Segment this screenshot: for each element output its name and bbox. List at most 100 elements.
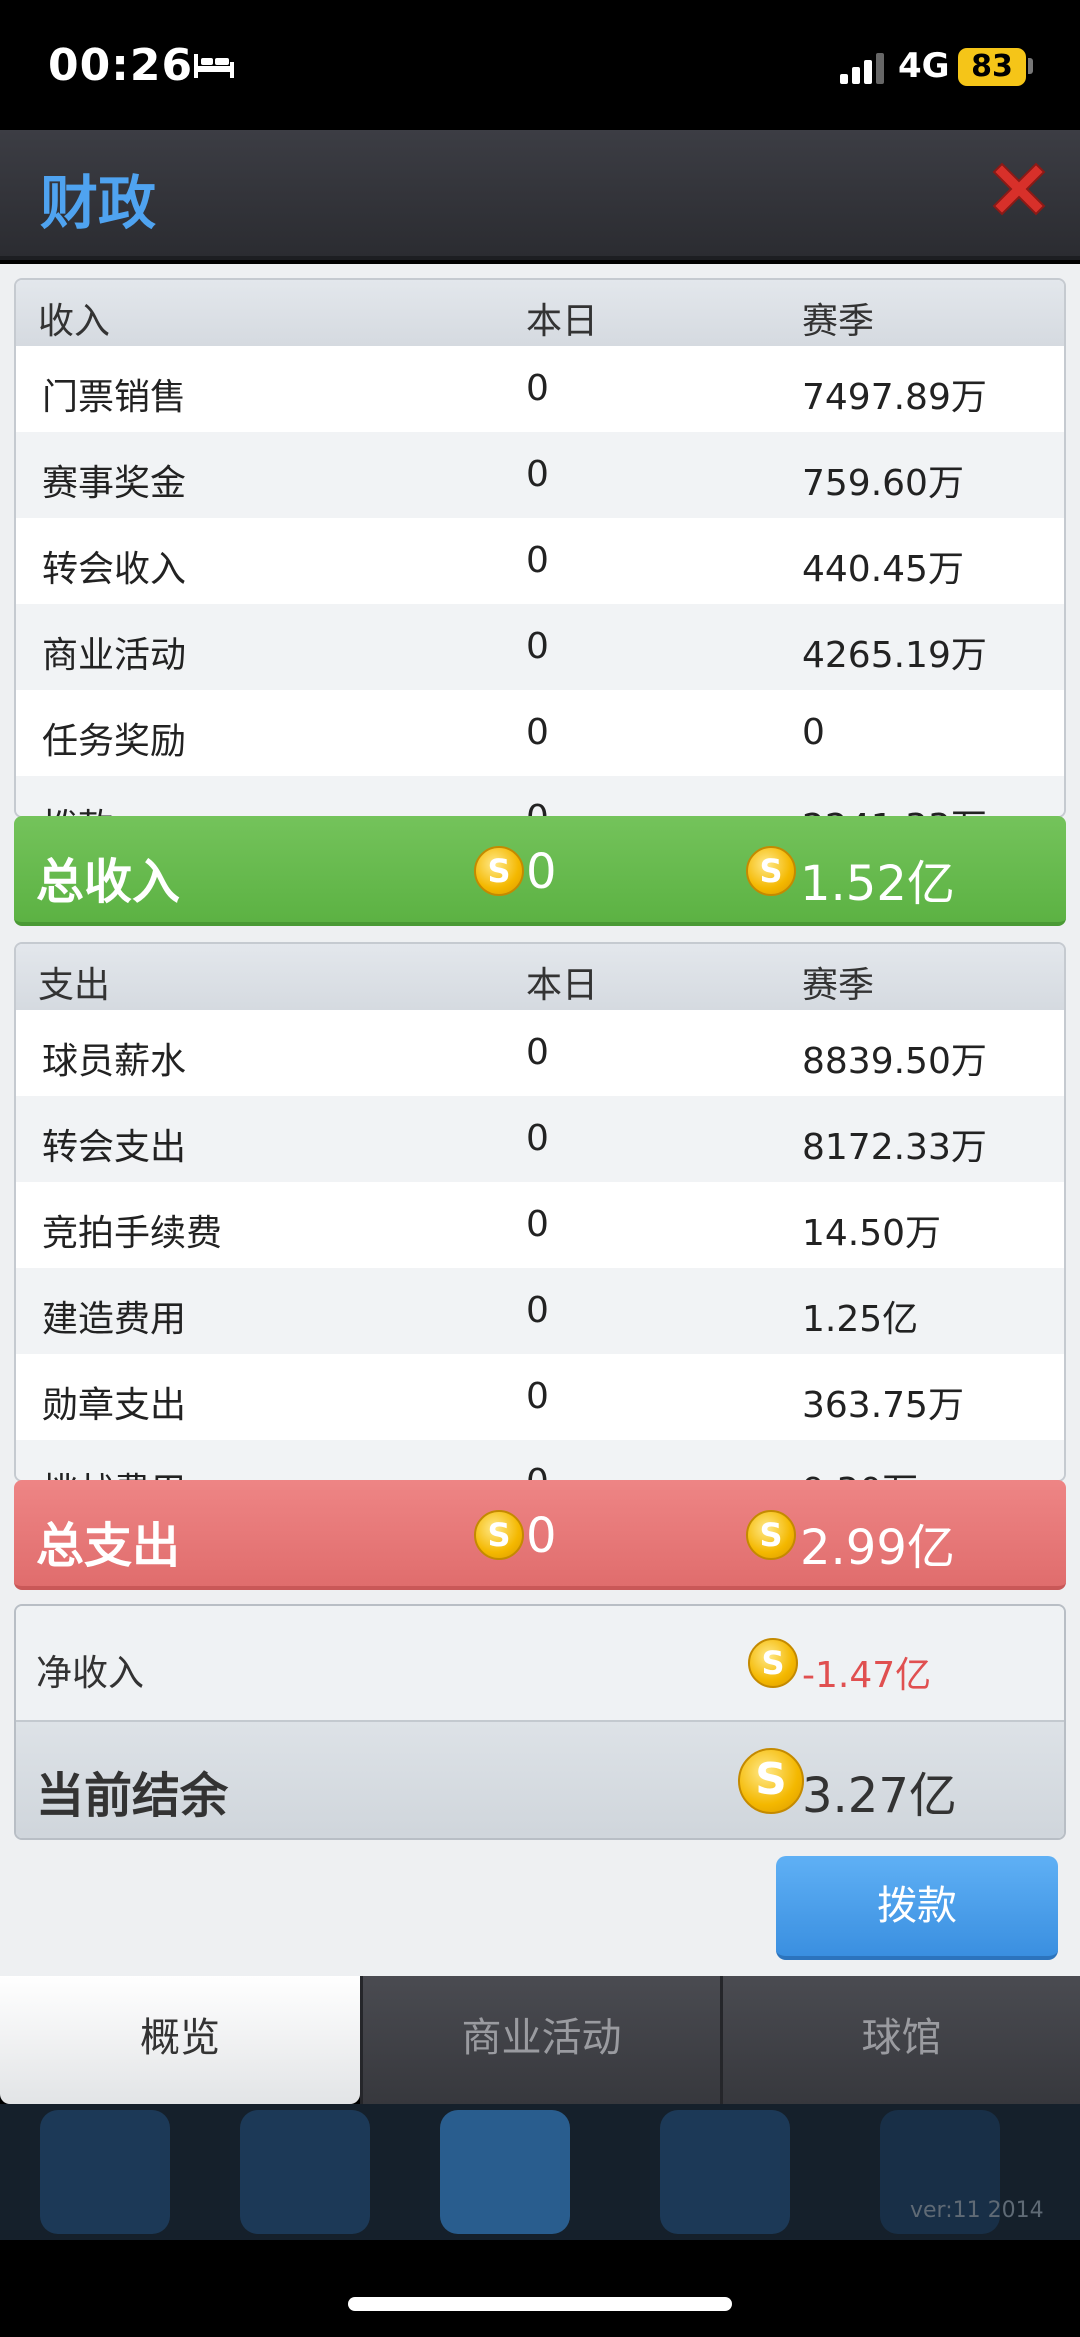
income-table-header: 收入 本日 赛季	[16, 280, 1064, 346]
net-income-value: -1.47亿	[802, 1655, 932, 1696]
game-dock: ver:11 2014	[0, 2104, 1080, 2240]
table-row: 任务奖励 0 0	[16, 690, 1064, 776]
table-row: 竞拍手续费 0 14.50万	[16, 1182, 1064, 1268]
expense-total-label: 总支出	[36, 1518, 181, 1574]
expense-total-today: 0	[526, 1508, 557, 1564]
expense-table-header: 支出 本日 赛季	[16, 944, 1064, 1010]
close-icon[interactable]	[984, 154, 1054, 224]
row-today: 0	[526, 1376, 549, 1417]
row-today: 0	[526, 454, 549, 495]
income-total-season: 1.52亿	[800, 856, 955, 912]
table-row: 勋章支出 0 363.75万	[16, 1354, 1064, 1440]
expense-header-label: 支出	[38, 965, 111, 1006]
income-header-today: 本日	[526, 301, 599, 342]
tab-overview[interactable]: 概览	[0, 1976, 360, 2104]
dock-icon	[440, 2110, 570, 2234]
table-row: 拨款 0 2241.33万	[16, 776, 1064, 816]
row-season: 7497.89万	[802, 377, 987, 418]
row-season: 759.60万	[802, 463, 964, 504]
row-season: 2241.33万	[802, 798, 987, 816]
row-season: 9.30万	[802, 1462, 918, 1480]
dock-icon	[40, 2110, 170, 2234]
page-title: 财政	[40, 169, 157, 237]
network-type: 4G	[898, 46, 950, 86]
row-today: 0	[526, 712, 549, 753]
dock-icon	[240, 2110, 370, 2234]
row-label: 竞拍手续费	[42, 1213, 223, 1254]
coin-icon: S	[474, 846, 524, 896]
version-label: ver:11 2014	[910, 2198, 1044, 2223]
income-header-season: 赛季	[802, 301, 875, 342]
coin-icon: S	[746, 846, 796, 896]
bed-icon	[194, 54, 234, 78]
current-balance-value: 3.27亿	[802, 1768, 957, 1824]
allocate-funds-button[interactable]: 拨款	[776, 1856, 1058, 1960]
expense-header-today: 本日	[526, 965, 599, 1006]
table-row: 球员薪水 0 8839.50万	[16, 1010, 1064, 1096]
row-today: 0	[526, 540, 549, 581]
battery-icon: 83	[958, 48, 1026, 86]
bottom-tabs: 概览 商业活动 球馆	[0, 1976, 1080, 2104]
table-row: 门票销售 0 7497.89万	[16, 346, 1064, 432]
coin-icon: S	[746, 1510, 796, 1560]
income-total-label: 总收入	[36, 854, 181, 910]
row-label: 转会支出	[42, 1127, 187, 1168]
net-income-label: 净收入	[36, 1653, 145, 1694]
row-label: 赛事奖金	[42, 463, 187, 504]
income-rows[interactable]: 门票销售 0 7497.89万 赛事奖金 0 759.60万 转会收入 0 44…	[16, 346, 1064, 816]
dock-icon	[660, 2110, 790, 2234]
tab-stadium[interactable]: 球馆	[720, 1976, 1080, 2104]
expense-header-season: 赛季	[802, 965, 875, 1006]
row-label: 挑战费用	[42, 1462, 186, 1480]
row-label: 球员薪水	[42, 1041, 187, 1082]
row-season: 8172.33万	[802, 1127, 987, 1168]
home-indicator[interactable]	[348, 2297, 732, 2311]
row-season: 0	[802, 712, 825, 753]
row-today: 0	[526, 1462, 549, 1480]
row-today: 0	[526, 1032, 549, 1073]
row-season: 4265.19万	[802, 635, 987, 676]
table-row: 挑战费用 0 9.30万	[16, 1440, 1064, 1480]
status-bar: 00:26 4G 83	[0, 0, 1080, 130]
row-today: 0	[526, 1204, 549, 1245]
battery-tip	[1028, 58, 1033, 74]
row-label: 建造费用	[42, 1299, 187, 1340]
expense-rows[interactable]: 球员薪水 0 8839.50万 转会支出 0 8172.33万 竞拍手续费 0 …	[16, 1010, 1064, 1480]
income-header-label: 收入	[38, 301, 111, 342]
row-today: 0	[526, 368, 549, 409]
tab-business[interactable]: 商业活动	[360, 1976, 720, 2104]
table-row: 转会支出 0 8172.33万	[16, 1096, 1064, 1182]
row-label: 商业活动	[42, 635, 187, 676]
row-season: 14.50万	[802, 1213, 942, 1254]
row-today: 0	[526, 1290, 549, 1331]
coin-icon: S	[474, 1510, 524, 1560]
current-balance-row: 当前结余 S 3.27亿	[16, 1720, 1064, 1838]
income-total-bar: 总收入 S 0 S 1.52亿	[14, 816, 1066, 926]
bottom-safe-area	[0, 2240, 1080, 2337]
table-row: 建造费用 0 1.25亿	[16, 1268, 1064, 1354]
status-time: 00:26	[48, 40, 194, 91]
income-table: 收入 本日 赛季 门票销售 0 7497.89万 赛事奖金 0 759.60万 …	[14, 278, 1066, 818]
table-row: 赛事奖金 0 759.60万	[16, 432, 1064, 518]
dialog-header: 财政	[0, 130, 1080, 260]
table-row: 转会收入 0 440.45万	[16, 518, 1064, 604]
row-season: 1.25亿	[802, 1299, 919, 1340]
expense-total-season: 2.99亿	[800, 1520, 955, 1576]
net-income-row: 净收入 S -1.47亿	[16, 1606, 1064, 1720]
expense-total-bar: 总支出 S 0 S 2.99亿	[14, 1480, 1066, 1590]
signal-icon	[840, 53, 884, 84]
income-total-today: 0	[526, 844, 557, 900]
current-balance-label: 当前结余	[36, 1768, 229, 1824]
row-today: 0	[526, 1118, 549, 1159]
row-season: 440.45万	[802, 549, 964, 590]
row-season: 363.75万	[802, 1385, 964, 1426]
row-today: 0	[526, 626, 549, 667]
row-today: 0	[526, 798, 549, 816]
row-label: 任务奖励	[42, 721, 187, 762]
coin-icon: S	[748, 1638, 798, 1688]
expense-table: 支出 本日 赛季 球员薪水 0 8839.50万 转会支出 0 8172.33万…	[14, 942, 1066, 1482]
coin-icon: S	[738, 1748, 804, 1814]
row-season: 8839.50万	[802, 1041, 987, 1082]
table-row: 商业活动 0 4265.19万	[16, 604, 1064, 690]
balance-summary: 净收入 S -1.47亿 当前结余 S 3.27亿	[14, 1604, 1066, 1840]
